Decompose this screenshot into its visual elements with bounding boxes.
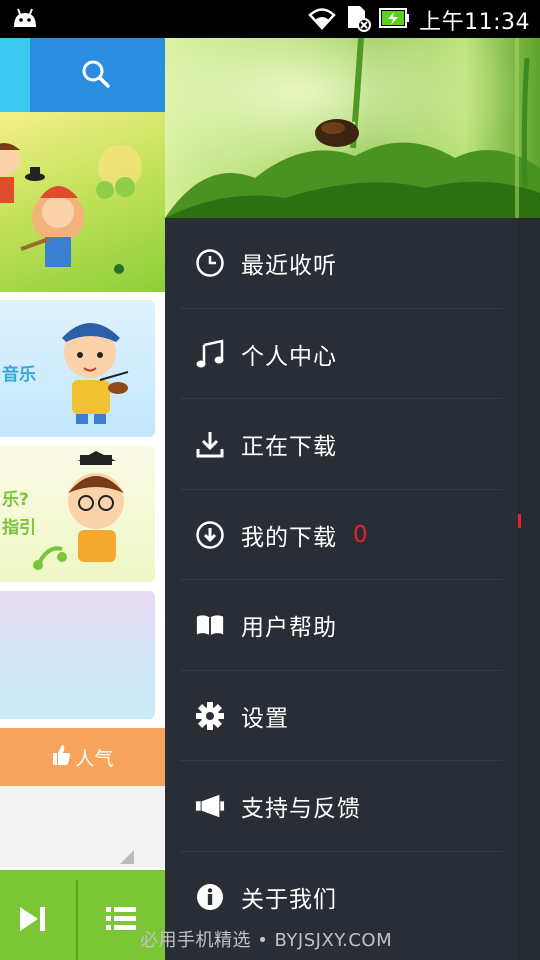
playlist-icon[interactable] [106,906,136,936]
book-icon [195,610,225,640]
background-app: 音乐 乐? 指引 人气 [0,38,165,960]
download-count-badge: 0 [353,521,368,548]
menu-label: 关于我们 [241,886,337,913]
play-next-icon[interactable] [18,905,48,937]
wifi-icon [307,6,337,34]
menu-item-settings[interactable]: 设置 [165,671,540,762]
thumbs-up-icon [51,743,71,772]
battery-icon [379,6,411,34]
content-card[interactable]: 音乐 [0,300,155,437]
menu-label: 正在下载 [241,434,337,461]
popular-label: 人气 [75,747,114,770]
info-icon [195,882,225,912]
menu-label: 用户帮助 [241,615,337,642]
menu-label: 设置 [241,705,289,732]
search-icon[interactable] [80,58,112,94]
content-area [0,786,165,868]
drawer-edge [518,218,540,960]
megaphone-icon [195,791,225,821]
clock-time: 上午11:34 [419,10,530,35]
menu-item-downloading[interactable]: 正在下载 [165,399,540,490]
gear-icon [195,701,225,731]
sim-card-icon [345,4,372,36]
download-circle-icon [195,520,225,550]
menu-item-my-downloads[interactable]: 我的下载 0 [165,490,540,581]
app-top-bar [0,38,165,112]
menu-label: 支持与反馈 [241,796,361,823]
menu-item-help[interactable]: 用户帮助 [165,580,540,671]
drawer-menu: 最近收听 个人中心 正在下载 我的下载 0 用户帮助 设置 支持与反馈 关于我们 [165,218,540,942]
popular-tab[interactable]: 人气 [0,728,165,786]
navigation-drawer: 最近收听 个人中心 正在下载 我的下载 0 用户帮助 设置 支持与反馈 关于我们 [165,38,540,960]
clock-icon [195,248,225,278]
watermark: 必用手机精选 • BYJSJXY.COM [140,930,393,951]
menu-item-feedback[interactable]: 支持与反馈 [165,761,540,852]
music-note-icon [195,339,225,369]
content-card[interactable] [0,591,155,719]
status-bar: 上午11:34 [0,0,540,38]
android-icon [12,7,38,33]
menu-label: 个人中心 [241,343,337,370]
download-icon [195,429,225,459]
menu-item-profile[interactable]: 个人中心 [165,309,540,400]
banner-image[interactable] [0,112,165,292]
menu-item-recent[interactable]: 最近收听 [165,218,540,309]
menu-label: 我的下载 [241,524,337,551]
content-card[interactable]: 乐? 指引 [0,445,155,582]
drawer-header-image [165,38,540,218]
menu-label: 最近收听 [241,253,337,280]
